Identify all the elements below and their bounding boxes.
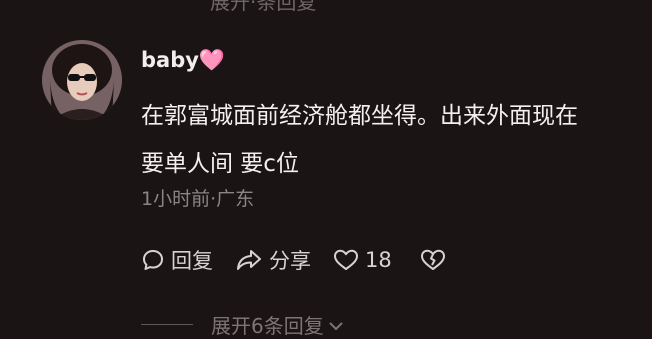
comment-text: 在郭富城面前经济舱都坐得。出来外面现在 要单人间 要c位 (141, 92, 641, 188)
comment-item: baby🩷 在郭富城面前经济舱都坐得。出来外面现在 要单人间 要c位 1小时前·… (0, 0, 652, 338)
reply-button[interactable]: 回复 (141, 245, 213, 275)
broken-heart-icon (420, 248, 446, 272)
comment-text-line: 要单人间 要c位 (141, 151, 299, 177)
share-button[interactable]: 分享 (235, 245, 311, 275)
expand-replies-button[interactable]: 展开6条回复 (141, 310, 344, 339)
comment-bubble-icon (141, 248, 165, 272)
comment-actions: 回复 分享 18 (141, 244, 468, 276)
heart-icon (333, 248, 359, 272)
username[interactable]: baby🩷 (141, 48, 225, 73)
share-arrow-icon (235, 248, 263, 272)
avatar-image (42, 40, 122, 120)
comment-text-line: 在郭富城面前经济舱都坐得。出来外面现在 (141, 103, 578, 129)
reply-label: 回复 (171, 249, 213, 273)
expand-replies-label: 展开6条回复 (211, 314, 324, 338)
chevron-down-icon (328, 313, 344, 337)
divider-line (141, 324, 193, 325)
dislike-button[interactable] (420, 248, 446, 272)
like-button[interactable]: 18 (333, 248, 392, 272)
avatar[interactable] (42, 40, 122, 120)
like-count: 18 (365, 248, 392, 272)
comment-meta: 1小时前·广东 (141, 188, 255, 210)
share-label: 分享 (269, 249, 311, 273)
